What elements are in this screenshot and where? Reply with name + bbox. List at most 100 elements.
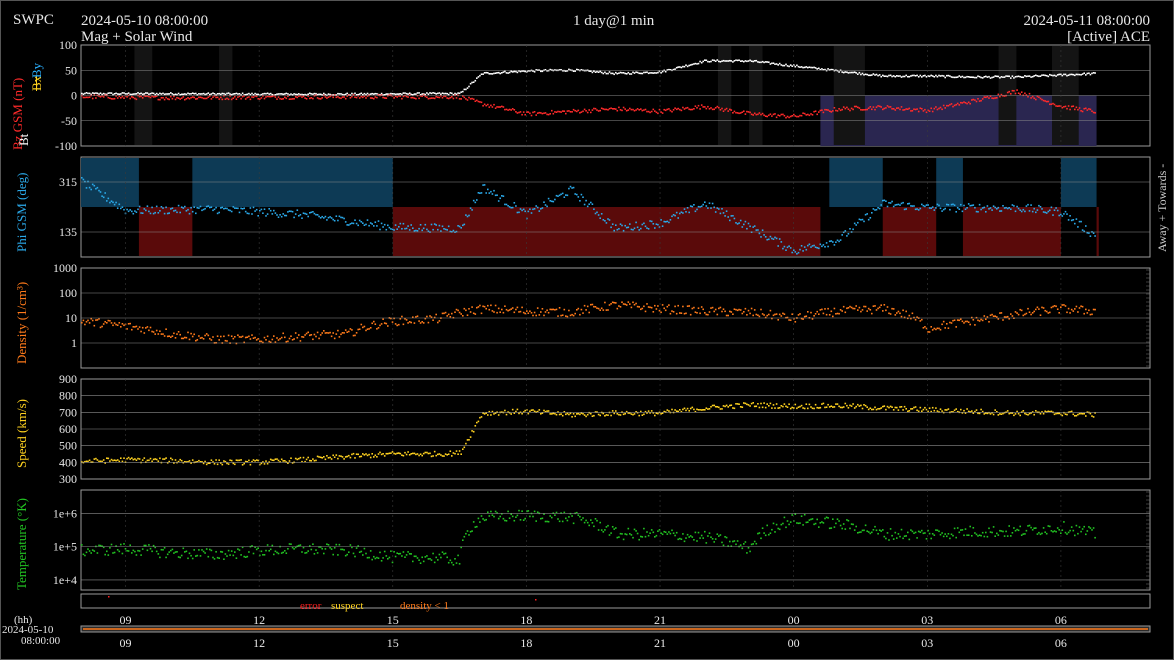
phi-point — [318, 215, 320, 218]
density-point — [315, 335, 317, 338]
speed-point — [874, 406, 876, 409]
bt-point — [736, 59, 739, 62]
temperature-point — [733, 540, 736, 542]
bz-point — [911, 110, 914, 112]
bz-point — [285, 97, 288, 100]
speed-point — [903, 405, 906, 408]
density-point — [351, 329, 353, 331]
speed-point — [1080, 412, 1082, 415]
density-point — [702, 308, 704, 311]
speed-point — [127, 456, 130, 459]
bt-point — [611, 72, 614, 75]
bz-point — [963, 101, 965, 103]
phi-point — [749, 225, 751, 228]
temperature-point — [332, 553, 334, 556]
density-point — [106, 322, 108, 324]
density-point — [772, 314, 775, 317]
density-point — [1011, 315, 1014, 317]
bz-point — [744, 113, 747, 115]
bt-point — [251, 92, 253, 95]
bz-point — [365, 97, 367, 99]
bz-point — [210, 98, 213, 100]
density-point — [860, 310, 862, 313]
density-point — [839, 309, 842, 311]
density-point — [191, 335, 194, 338]
temperature-point — [966, 534, 968, 536]
speed-point — [1027, 414, 1029, 416]
density-point — [1058, 312, 1060, 314]
density-point — [882, 310, 884, 312]
density-point — [319, 334, 322, 336]
speed-point — [516, 408, 519, 411]
phi-point — [1024, 210, 1026, 213]
phi-point — [894, 204, 897, 206]
temperature-point — [827, 517, 829, 519]
bt-point — [679, 66, 681, 68]
bt-point — [950, 76, 953, 78]
density-point — [244, 336, 247, 339]
temperature-point — [583, 521, 586, 524]
speed-point — [151, 460, 153, 463]
speed-point — [768, 405, 770, 407]
bt-point — [799, 66, 801, 68]
density-point — [757, 314, 759, 316]
phi-point — [871, 212, 873, 214]
temperature-point — [529, 515, 531, 518]
bt-point — [999, 77, 1001, 79]
temperature-point — [994, 535, 996, 537]
by-axis-label: By — [29, 62, 44, 78]
density-point — [188, 338, 191, 341]
temperature-point — [504, 519, 506, 522]
temperature-point — [157, 553, 160, 555]
phi-point — [889, 202, 892, 204]
density-point — [741, 312, 744, 315]
phi-point — [207, 205, 210, 207]
bt-point — [960, 76, 962, 78]
bz-point — [561, 110, 564, 112]
phi-point — [216, 212, 219, 215]
phi-point — [1027, 203, 1029, 206]
bz-point — [429, 97, 431, 100]
temperature-point — [285, 552, 288, 554]
bz-point — [266, 95, 269, 98]
density-point — [251, 334, 253, 336]
bz-point — [996, 97, 998, 99]
phi-point — [268, 208, 270, 210]
bz-point — [611, 108, 614, 110]
phi-point — [838, 240, 840, 243]
temperature-point — [908, 538, 911, 541]
phi-point — [664, 221, 667, 223]
temperature-point — [410, 553, 412, 555]
temperature-point — [841, 527, 843, 530]
phi-point — [636, 226, 639, 229]
bz-point — [171, 97, 174, 100]
temperature-point — [921, 529, 923, 532]
bz-point — [832, 110, 834, 112]
speed-point — [766, 403, 768, 405]
bt-point — [123, 92, 125, 94]
density-point — [429, 315, 431, 317]
phi-point — [280, 215, 283, 218]
bt-point — [625, 73, 628, 75]
bt-point — [949, 75, 951, 77]
phi-point — [566, 194, 569, 197]
bz-point — [1081, 110, 1084, 113]
temperature-point — [223, 558, 225, 560]
phi-point — [226, 207, 228, 210]
bt-point — [750, 60, 753, 62]
bt-point — [841, 71, 843, 73]
density-point — [455, 308, 458, 311]
phi-point — [1002, 205, 1004, 207]
phi-point — [112, 201, 114, 204]
speed-point — [736, 403, 739, 405]
bt-point — [191, 92, 194, 94]
speed-point — [838, 405, 840, 408]
bt-point — [808, 66, 811, 68]
bt-point — [852, 71, 854, 74]
speed-point — [366, 454, 369, 457]
bt-point — [958, 75, 961, 77]
bt-point — [922, 75, 925, 77]
phi-point — [508, 206, 511, 208]
phi-point — [358, 219, 361, 222]
temperature-point — [299, 544, 302, 546]
